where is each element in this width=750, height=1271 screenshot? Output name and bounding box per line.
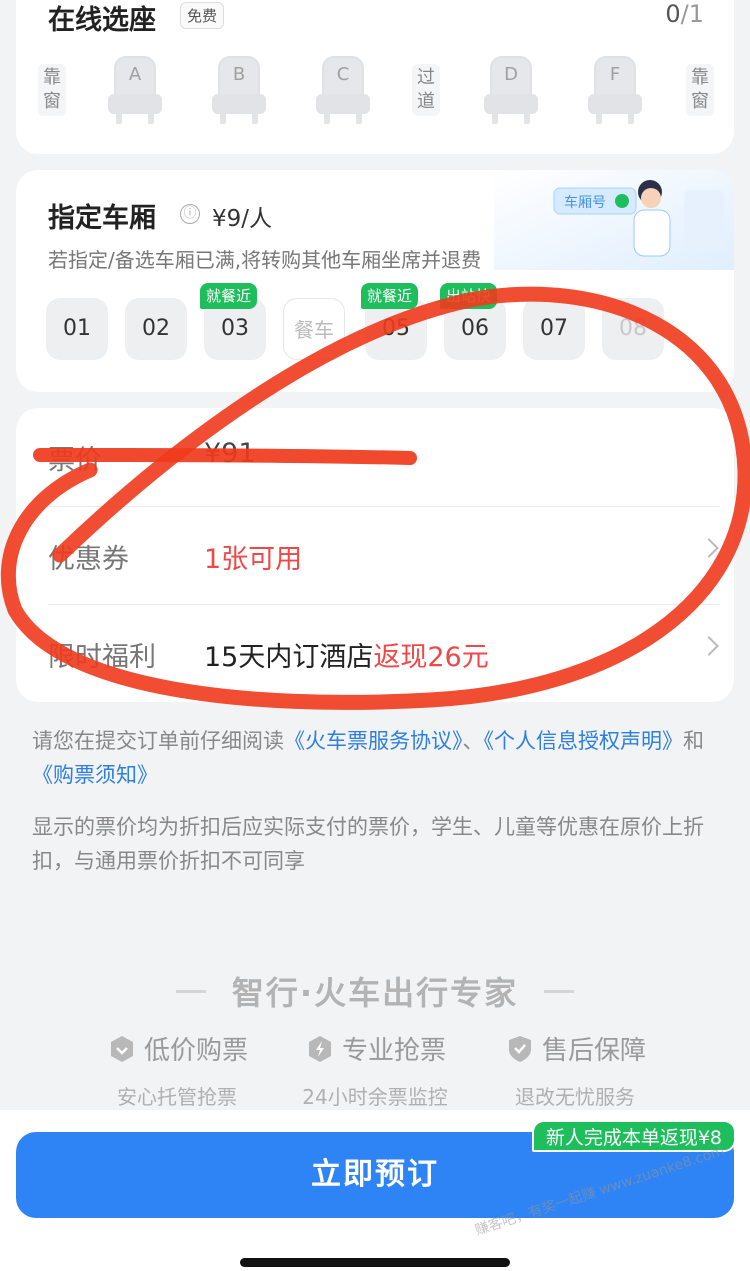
left-window-label: 靠窗 — [38, 64, 66, 116]
price-card: 票价 ¥91 优惠券 1张可用 限时福利 15天内订酒店返现26元 — [16, 408, 734, 702]
carriage-07-button[interactable]: 07 — [523, 298, 585, 360]
info-icon[interactable]: ⓘ — [180, 204, 200, 224]
seat-letter: B — [232, 64, 246, 85]
discount-icon — [110, 1035, 133, 1062]
carriage-01-button[interactable]: 01 — [46, 298, 108, 360]
price-disclaimer: 显示的票价均为折扣后应实际支付的票价，学生、儿童等优惠在原价上折扣，与通用票价折… — [32, 815, 704, 873]
feature-grab-ticket: 专业抢票 24小时余票监控 — [280, 1030, 470, 1110]
lightning-icon — [308, 1035, 331, 1062]
feature-subtitle: 安心托管抢票 — [117, 1085, 237, 1109]
carriage-02-button[interactable]: 02 — [125, 298, 187, 360]
carriage-description: 若指定/备选车厢已满,将转购其他车厢坐席并退费 — [48, 248, 482, 272]
coupon-label: 优惠券 — [48, 544, 129, 575]
seat-f[interactable]: F — [588, 56, 642, 126]
carriage-price: ¥9/人 — [212, 206, 273, 232]
near-dining-tag: 就餐近 — [200, 283, 258, 309]
benefit-label: 限时福利 — [48, 642, 156, 673]
agreement-note: 请您在提交订单前仔细阅读《火车票服务协议》、《个人信息授权声明》和《购票须知》 — [32, 729, 704, 787]
coupon-value: 1张可用 — [204, 544, 303, 575]
near-dining-tag: 就餐近 — [361, 283, 419, 309]
benefit-value: 15天内订酒店返现26元 — [204, 642, 489, 673]
carriage-illustration: 车厢号 — [494, 170, 734, 270]
carriage-08-button: 08 — [602, 298, 664, 360]
free-badge: 免费 — [180, 2, 225, 29]
service-agreement-link[interactable]: 《火车票服务协议》 — [284, 729, 463, 753]
privacy-statement-link[interactable]: 《个人信息授权声明》 — [484, 729, 684, 753]
seat-letter: F — [609, 64, 621, 85]
seat-letter: D — [504, 64, 518, 85]
seat-selection-card: 在线选座 免费 0/1 靠窗 A B C 过道 D F 靠窗 — [16, 0, 734, 154]
chevron-right-icon — [699, 636, 719, 656]
feature-subtitle: 退改无忧服务 — [515, 1085, 635, 1109]
seat-a[interactable]: A — [108, 56, 162, 126]
shield-icon — [508, 1035, 531, 1062]
chevron-right-icon — [699, 538, 719, 558]
seat-count: 0/1 — [665, 0, 704, 28]
purchase-notice-link[interactable]: 《购票须知》 — [32, 763, 158, 787]
seat-c[interactable]: C — [316, 56, 370, 126]
seat-d[interactable]: D — [484, 56, 538, 126]
divider — [544, 990, 574, 993]
ticket-price-label: 票价 — [48, 445, 102, 476]
carriage-number-label: 车厢号 — [564, 194, 606, 211]
aisle-label: 过道 — [412, 64, 440, 116]
dining-car-button: 餐车 — [283, 298, 345, 360]
seat-letter: C — [336, 64, 350, 85]
seat-b[interactable]: B — [212, 56, 266, 126]
benefit-row[interactable]: 限时福利 15天内订酒店返现26元 — [48, 605, 720, 703]
right-window-label: 靠窗 — [686, 64, 714, 116]
feature-after-sale: 售后保障 退改无忧服务 — [480, 1030, 670, 1110]
feature-low-price: 低价购票 安心托管抢票 — [82, 1030, 272, 1110]
seat-letter: A — [128, 64, 142, 85]
brand-slogan: 智行·火车出行专家 — [231, 974, 519, 1012]
home-indicator[interactable] — [240, 1258, 510, 1267]
ticket-price-value: ¥91 — [204, 438, 256, 469]
feature-title: 专业抢票 — [341, 1036, 446, 1066]
seat-section-title: 在线选座 — [48, 5, 156, 36]
ticket-price-row: 票价 ¥91 — [48, 408, 720, 506]
feature-subtitle: 24小时余票监控 — [302, 1085, 448, 1109]
fast-exit-tag: 出站快 — [440, 283, 498, 309]
coupon-row[interactable]: 优惠券 1张可用 — [48, 507, 720, 605]
carriage-selection-card: 车厢号 指定车厢 ⓘ ¥9/人 若指定/备选车厢已满,将转购其他车厢坐席并退费 … — [16, 170, 734, 392]
feature-title: 售后保障 — [541, 1036, 646, 1066]
carriage-section-title: 指定车厢 — [48, 203, 156, 234]
feature-title: 低价购票 — [143, 1036, 248, 1066]
